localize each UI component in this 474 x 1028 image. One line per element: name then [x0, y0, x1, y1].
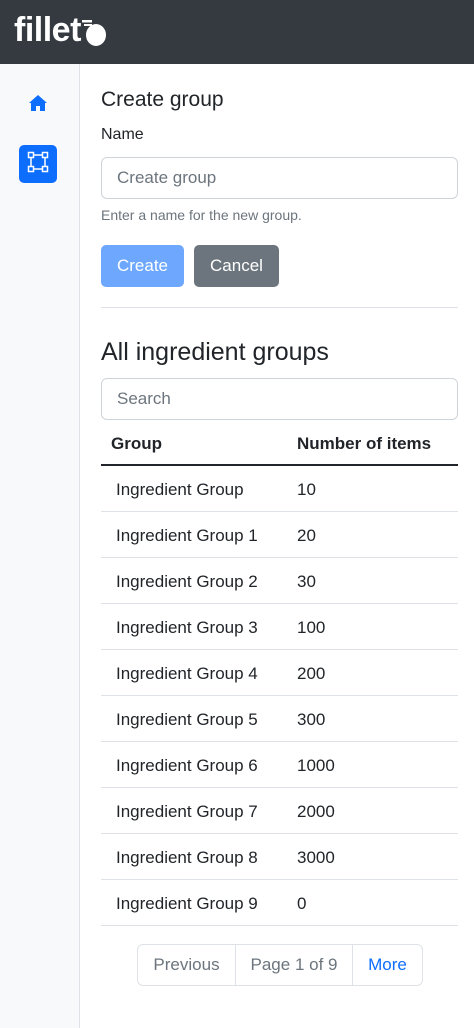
table-row[interactable]: Ingredient Group 4 200 — [101, 650, 458, 696]
item-count-cell: 10 — [297, 480, 316, 499]
top-navbar: fillet — [0, 0, 474, 64]
name-help-text: Enter a name for the new group. — [101, 207, 302, 223]
more-button[interactable]: More — [353, 945, 422, 985]
item-count-cell: 300 — [297, 710, 326, 729]
table-row[interactable]: Ingredient Group 9 0 — [101, 880, 458, 926]
previous-page-button[interactable]: Previous — [138, 945, 236, 985]
group-name-cell[interactable]: Ingredient Group 5 — [116, 710, 258, 730]
table-row[interactable]: Ingredient Group 7 2000 — [101, 788, 458, 834]
pagination: Previous Page 1 of 9 More — [137, 944, 423, 986]
table-row[interactable]: Ingredient Group 5 300 — [101, 696, 458, 742]
groups-icon — [27, 151, 49, 178]
table-row[interactable]: Ingredient Group 2 30 — [101, 558, 458, 604]
item-count-cell: 100 — [297, 618, 326, 637]
group-name-cell[interactable]: Ingredient Group 6 — [116, 756, 258, 776]
create-button[interactable]: Create — [101, 245, 184, 287]
table-row[interactable]: Ingredient Group 8 3000 — [101, 834, 458, 880]
item-count-cell: 30 — [297, 572, 316, 591]
logo-egg-icon — [81, 17, 108, 46]
table-header: Group Number of items — [101, 421, 458, 466]
app-logo[interactable]: fillet — [14, 10, 108, 50]
group-name-cell[interactable]: Ingredient Group 1 — [116, 526, 258, 546]
item-count-cell: 200 — [297, 664, 326, 683]
sidebar — [0, 64, 80, 1028]
group-name-cell[interactable]: Ingredient Group — [116, 480, 244, 500]
page-indicator: Page 1 of 9 — [236, 945, 353, 985]
search-input[interactable] — [101, 378, 458, 420]
divider — [101, 307, 458, 308]
group-name-cell[interactable]: Ingredient Group 3 — [116, 618, 258, 638]
item-count-cell: 20 — [297, 526, 316, 545]
create-group-title: Create group — [101, 88, 224, 111]
table-row[interactable]: Ingredient Group 6 1000 — [101, 742, 458, 788]
table-row[interactable]: Ingredient Group 10 — [101, 466, 458, 512]
column-header-count[interactable]: Number of items — [297, 434, 431, 454]
group-name-cell[interactable]: Ingredient Group 4 — [116, 664, 258, 684]
sidebar-item-home[interactable] — [19, 86, 57, 124]
group-name-input[interactable] — [101, 157, 458, 199]
item-count-cell: 2000 — [297, 802, 335, 821]
home-icon — [28, 94, 48, 117]
group-name-cell[interactable]: Ingredient Group 9 — [116, 894, 258, 914]
column-header-group[interactable]: Group — [111, 434, 162, 454]
logo-text: fillet — [14, 11, 81, 49]
table-row[interactable]: Ingredient Group 3 100 — [101, 604, 458, 650]
cancel-button[interactable]: Cancel — [194, 245, 279, 287]
item-count-cell: 1000 — [297, 756, 335, 775]
item-count-cell: 0 — [297, 894, 307, 913]
item-count-cell: 3000 — [297, 848, 335, 867]
name-label: Name — [101, 126, 144, 143]
group-name-cell[interactable]: Ingredient Group 7 — [116, 802, 258, 822]
group-name-cell[interactable]: Ingredient Group 2 — [116, 572, 258, 592]
groups-title: All ingredient groups — [101, 338, 329, 366]
groups-table: Group Number of items Ingredient Group 1… — [101, 421, 458, 926]
table-row[interactable]: Ingredient Group 1 20 — [101, 512, 458, 558]
sidebar-item-groups[interactable] — [19, 145, 57, 183]
group-name-cell[interactable]: Ingredient Group 8 — [116, 848, 258, 868]
